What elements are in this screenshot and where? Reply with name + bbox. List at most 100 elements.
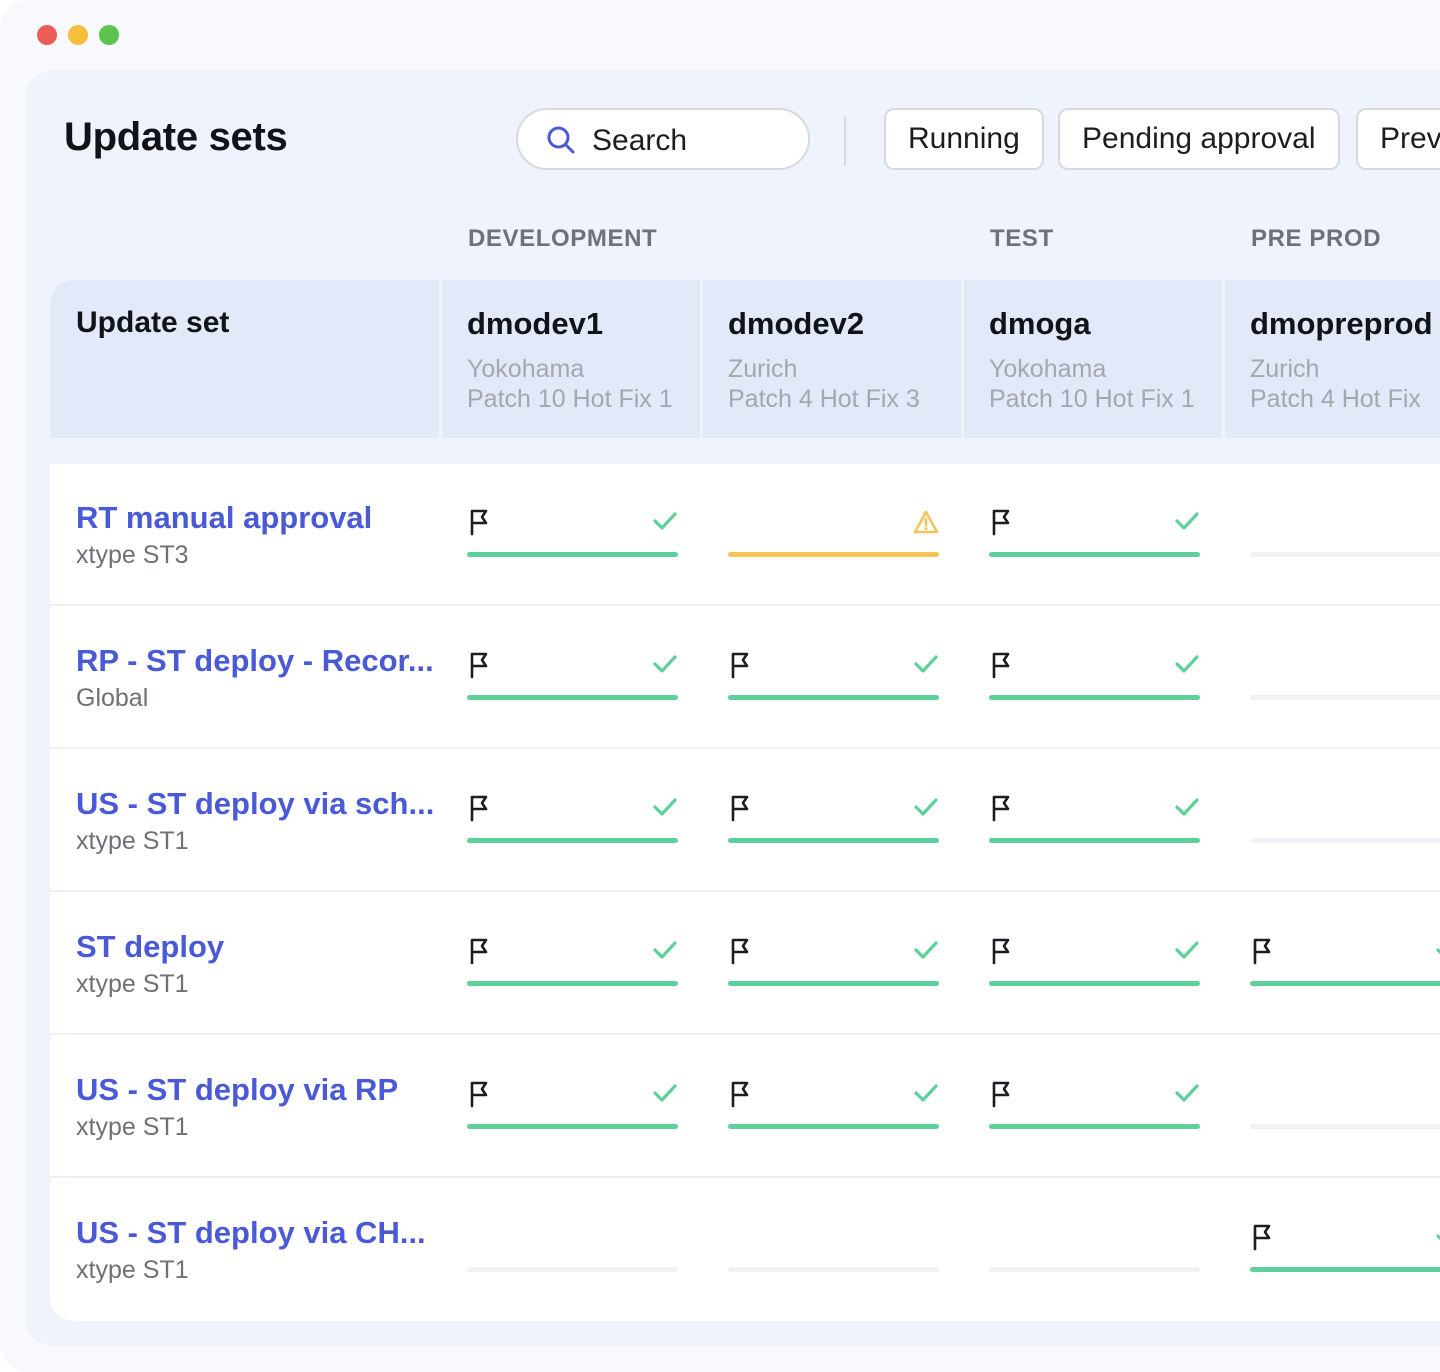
app-window: Update sets Search Running Pending appro… (0, 0, 1440, 1372)
instance-release: Yokohama (989, 355, 1107, 383)
status-bar (1250, 1267, 1440, 1272)
table-row[interactable]: US - ST deploy via RP xtype ST1 (50, 1036, 1440, 1178)
status-bar (467, 838, 678, 843)
status-bar (989, 1267, 1200, 1272)
instance-release: Zurich (1250, 355, 1320, 383)
status-cell-empty (1250, 1036, 1440, 1178)
status-cell-empty (467, 1179, 678, 1321)
instance-header-dmopreprod: dmopreprod Zurich Patch 4 Hot Fix (1225, 280, 1440, 438)
status-cell-empty (989, 1179, 1200, 1321)
check-icon (913, 796, 939, 823)
status-bar (989, 981, 1200, 986)
flag-icon (469, 651, 491, 684)
instance-header-dmoga: dmoga Yokohama Patch 10 Hot Fix 1 (964, 280, 1222, 438)
status-bar (467, 981, 678, 986)
column-header-update-set: Update set (50, 280, 439, 438)
instance-name: dmodev2 (728, 306, 865, 341)
status-bar (467, 552, 678, 557)
check-icon (1174, 653, 1200, 680)
flag-icon (991, 508, 1013, 541)
status-cell-success[interactable] (728, 750, 939, 892)
status-cell-success[interactable] (467, 750, 678, 892)
check-icon (1435, 939, 1440, 966)
flag-icon (730, 1080, 752, 1113)
status-cell-success[interactable] (989, 607, 1200, 749)
check-icon (913, 653, 939, 680)
table-row[interactable]: US - ST deploy via CH... xtype ST1 (50, 1179, 1440, 1321)
check-icon (913, 1082, 939, 1109)
update-set-link[interactable]: US - ST deploy via sch... (76, 786, 434, 822)
update-set-link[interactable]: RT manual approval (76, 500, 372, 536)
status-cell-success[interactable] (1250, 1179, 1440, 1321)
flag-icon (730, 651, 752, 684)
update-sets-panel: Update sets Search Running Pending appro… (25, 70, 1440, 1346)
instance-name: dmoga (989, 306, 1091, 341)
check-icon (652, 939, 678, 966)
status-bar (467, 1124, 678, 1129)
table-row[interactable]: RP - ST deploy - Recor... Global (50, 607, 1440, 749)
instance-name: dmodev1 (467, 306, 604, 341)
status-cell-success[interactable] (989, 1036, 1200, 1178)
status-bar (989, 838, 1200, 843)
flag-icon (1252, 1223, 1274, 1256)
status-cell-success[interactable] (467, 607, 678, 749)
check-icon (652, 1082, 678, 1109)
flag-icon (991, 651, 1013, 684)
update-set-link[interactable]: US - ST deploy via CH... (76, 1215, 426, 1251)
instance-version: Yokohama Patch 10 Hot Fix 1 (989, 354, 1195, 414)
status-bar (728, 552, 939, 557)
status-cell-success[interactable] (989, 464, 1200, 606)
close-window-button[interactable] (37, 25, 57, 45)
instance-patch: Patch 10 Hot Fix 1 (467, 385, 673, 413)
filter-pending-approval[interactable]: Pending approval (1058, 108, 1340, 170)
check-icon (1174, 796, 1200, 823)
status-cell-success[interactable] (989, 893, 1200, 1035)
table-row[interactable]: ST deploy xtype ST1 (50, 893, 1440, 1035)
instance-header-dmodev2: dmodev2 Zurich Patch 4 Hot Fix 3 (703, 280, 961, 438)
status-cell-success[interactable] (467, 1036, 678, 1178)
env-label-development: DEVELOPMENT (468, 225, 658, 252)
status-bar (467, 695, 678, 700)
flag-icon (991, 794, 1013, 827)
env-label-test: TEST (990, 225, 1054, 252)
table-row[interactable]: US - ST deploy via sch... xtype ST1 (50, 750, 1440, 892)
status-cell-empty (1250, 464, 1440, 606)
status-cell-success[interactable] (467, 464, 678, 606)
check-icon (652, 653, 678, 680)
update-set-link[interactable]: ST deploy (76, 929, 224, 965)
instance-patch: Patch 4 Hot Fix (1250, 385, 1421, 413)
flag-icon (469, 937, 491, 970)
status-bar (728, 1124, 939, 1129)
check-icon (913, 939, 939, 966)
flag-icon (730, 794, 752, 827)
instance-header-dmodev1: dmodev1 Yokohama Patch 10 Hot Fix 1 (442, 280, 700, 438)
search-icon (547, 126, 575, 154)
status-bar (467, 1267, 678, 1272)
check-icon (1174, 939, 1200, 966)
instance-patch: Patch 10 Hot Fix 1 (989, 385, 1195, 413)
status-cell-success[interactable] (728, 1036, 939, 1178)
table-row[interactable]: RT manual approval xtype ST3 (50, 464, 1440, 606)
status-cell-warning[interactable] (728, 464, 939, 606)
update-set-link[interactable]: US - ST deploy via RP (76, 1072, 398, 1108)
check-icon (1435, 1225, 1440, 1252)
status-cell-empty (728, 1179, 939, 1321)
status-cell-success[interactable] (467, 893, 678, 1035)
filter-running[interactable]: Running (884, 108, 1044, 170)
status-bar (728, 695, 939, 700)
status-bar (1250, 1124, 1440, 1129)
flag-icon (991, 1080, 1013, 1113)
check-icon (652, 796, 678, 823)
check-icon (652, 510, 678, 537)
status-cell-success[interactable] (1250, 893, 1440, 1035)
minimize-window-button[interactable] (68, 25, 88, 45)
status-cell-success[interactable] (728, 607, 939, 749)
update-set-link[interactable]: RP - ST deploy - Recor... (76, 643, 434, 679)
filter-prev[interactable]: Prev (1356, 108, 1440, 170)
status-cell-success[interactable] (728, 893, 939, 1035)
search-input[interactable]: Search (516, 108, 810, 170)
update-set-scope: xtype ST1 (76, 970, 189, 998)
maximize-window-button[interactable] (99, 25, 119, 45)
status-bar (1250, 552, 1440, 557)
status-cell-success[interactable] (989, 750, 1200, 892)
